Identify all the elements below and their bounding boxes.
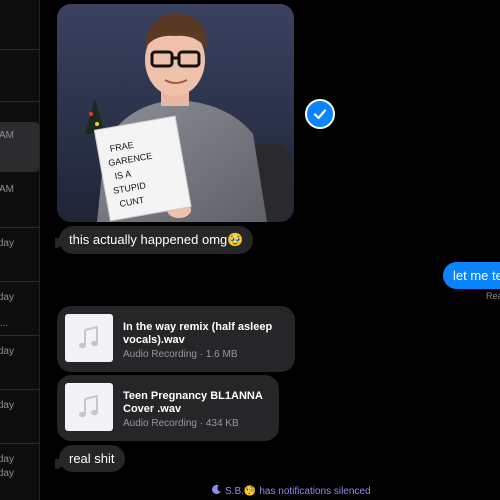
moon-icon bbox=[211, 484, 222, 498]
music-note-icon bbox=[65, 314, 113, 362]
conversation-preview: ... bbox=[0, 318, 9, 329]
conversation-item[interactable]: day ... bbox=[0, 286, 39, 336]
conversation-item-selected[interactable]: AM bbox=[0, 122, 39, 172]
conversation-time: AM bbox=[0, 184, 14, 195]
conversation-time: AM bbox=[0, 130, 14, 141]
conversation-item[interactable]: day bbox=[0, 232, 39, 282]
conversation-time: day bbox=[0, 454, 14, 465]
conversation-list[interactable]: AM AM day day ... day day day day bbox=[0, 0, 40, 500]
audio-file-attachment[interactable]: In the way remix (half asleep vocals).wa… bbox=[57, 306, 295, 372]
conversation-item[interactable] bbox=[0, 52, 39, 102]
conversation-item[interactable] bbox=[0, 0, 39, 50]
photo-image: FRAE GARENCE IS A STUPID CUNT bbox=[57, 4, 294, 222]
conversation-item[interactable]: day bbox=[0, 394, 39, 444]
message-bubble-sent[interactable]: let me te bbox=[443, 262, 500, 289]
silenced-contact-name: S.B.🧐 bbox=[225, 485, 257, 497]
conversation-time: day bbox=[0, 400, 14, 411]
file-name: Teen Pregnancy BL1ANNA Cover .wav bbox=[123, 390, 263, 415]
file-meta: Audio Recording · 434 KB bbox=[123, 418, 239, 429]
file-name: In the way remix (half asleep vocals).wa… bbox=[123, 321, 273, 346]
photo-attachment[interactable]: FRAE GARENCE IS A STUPID CUNT bbox=[57, 4, 294, 222]
conversation-item[interactable]: day day bbox=[0, 448, 39, 498]
read-receipt: Rea bbox=[486, 291, 500, 301]
conversation-time: day bbox=[0, 292, 14, 303]
file-meta: Audio Recording · 1.6 MB bbox=[123, 349, 238, 360]
conversation-time: day bbox=[0, 468, 14, 479]
silenced-text: has notifications silenced bbox=[259, 485, 371, 497]
message-bubble-received[interactable]: real shit bbox=[59, 445, 125, 472]
conversation-time: day bbox=[0, 238, 14, 249]
conversation-item[interactable]: AM bbox=[0, 178, 39, 228]
audio-file-attachment[interactable]: Teen Pregnancy BL1ANNA Cover .wav Audio … bbox=[57, 375, 279, 441]
conversation-item[interactable]: day bbox=[0, 340, 39, 390]
chat-transcript[interactable]: FRAE GARENCE IS A STUPID CUNT this actua… bbox=[41, 0, 500, 500]
message-bubble-received[interactable]: this actually happened omg🥹 bbox=[59, 226, 254, 254]
conversation-time: day bbox=[0, 346, 14, 357]
notifications-silenced-notice: S.B.🧐 has notifications silenced bbox=[211, 484, 371, 498]
selected-check-icon[interactable] bbox=[305, 99, 335, 129]
music-note-icon bbox=[65, 383, 113, 431]
